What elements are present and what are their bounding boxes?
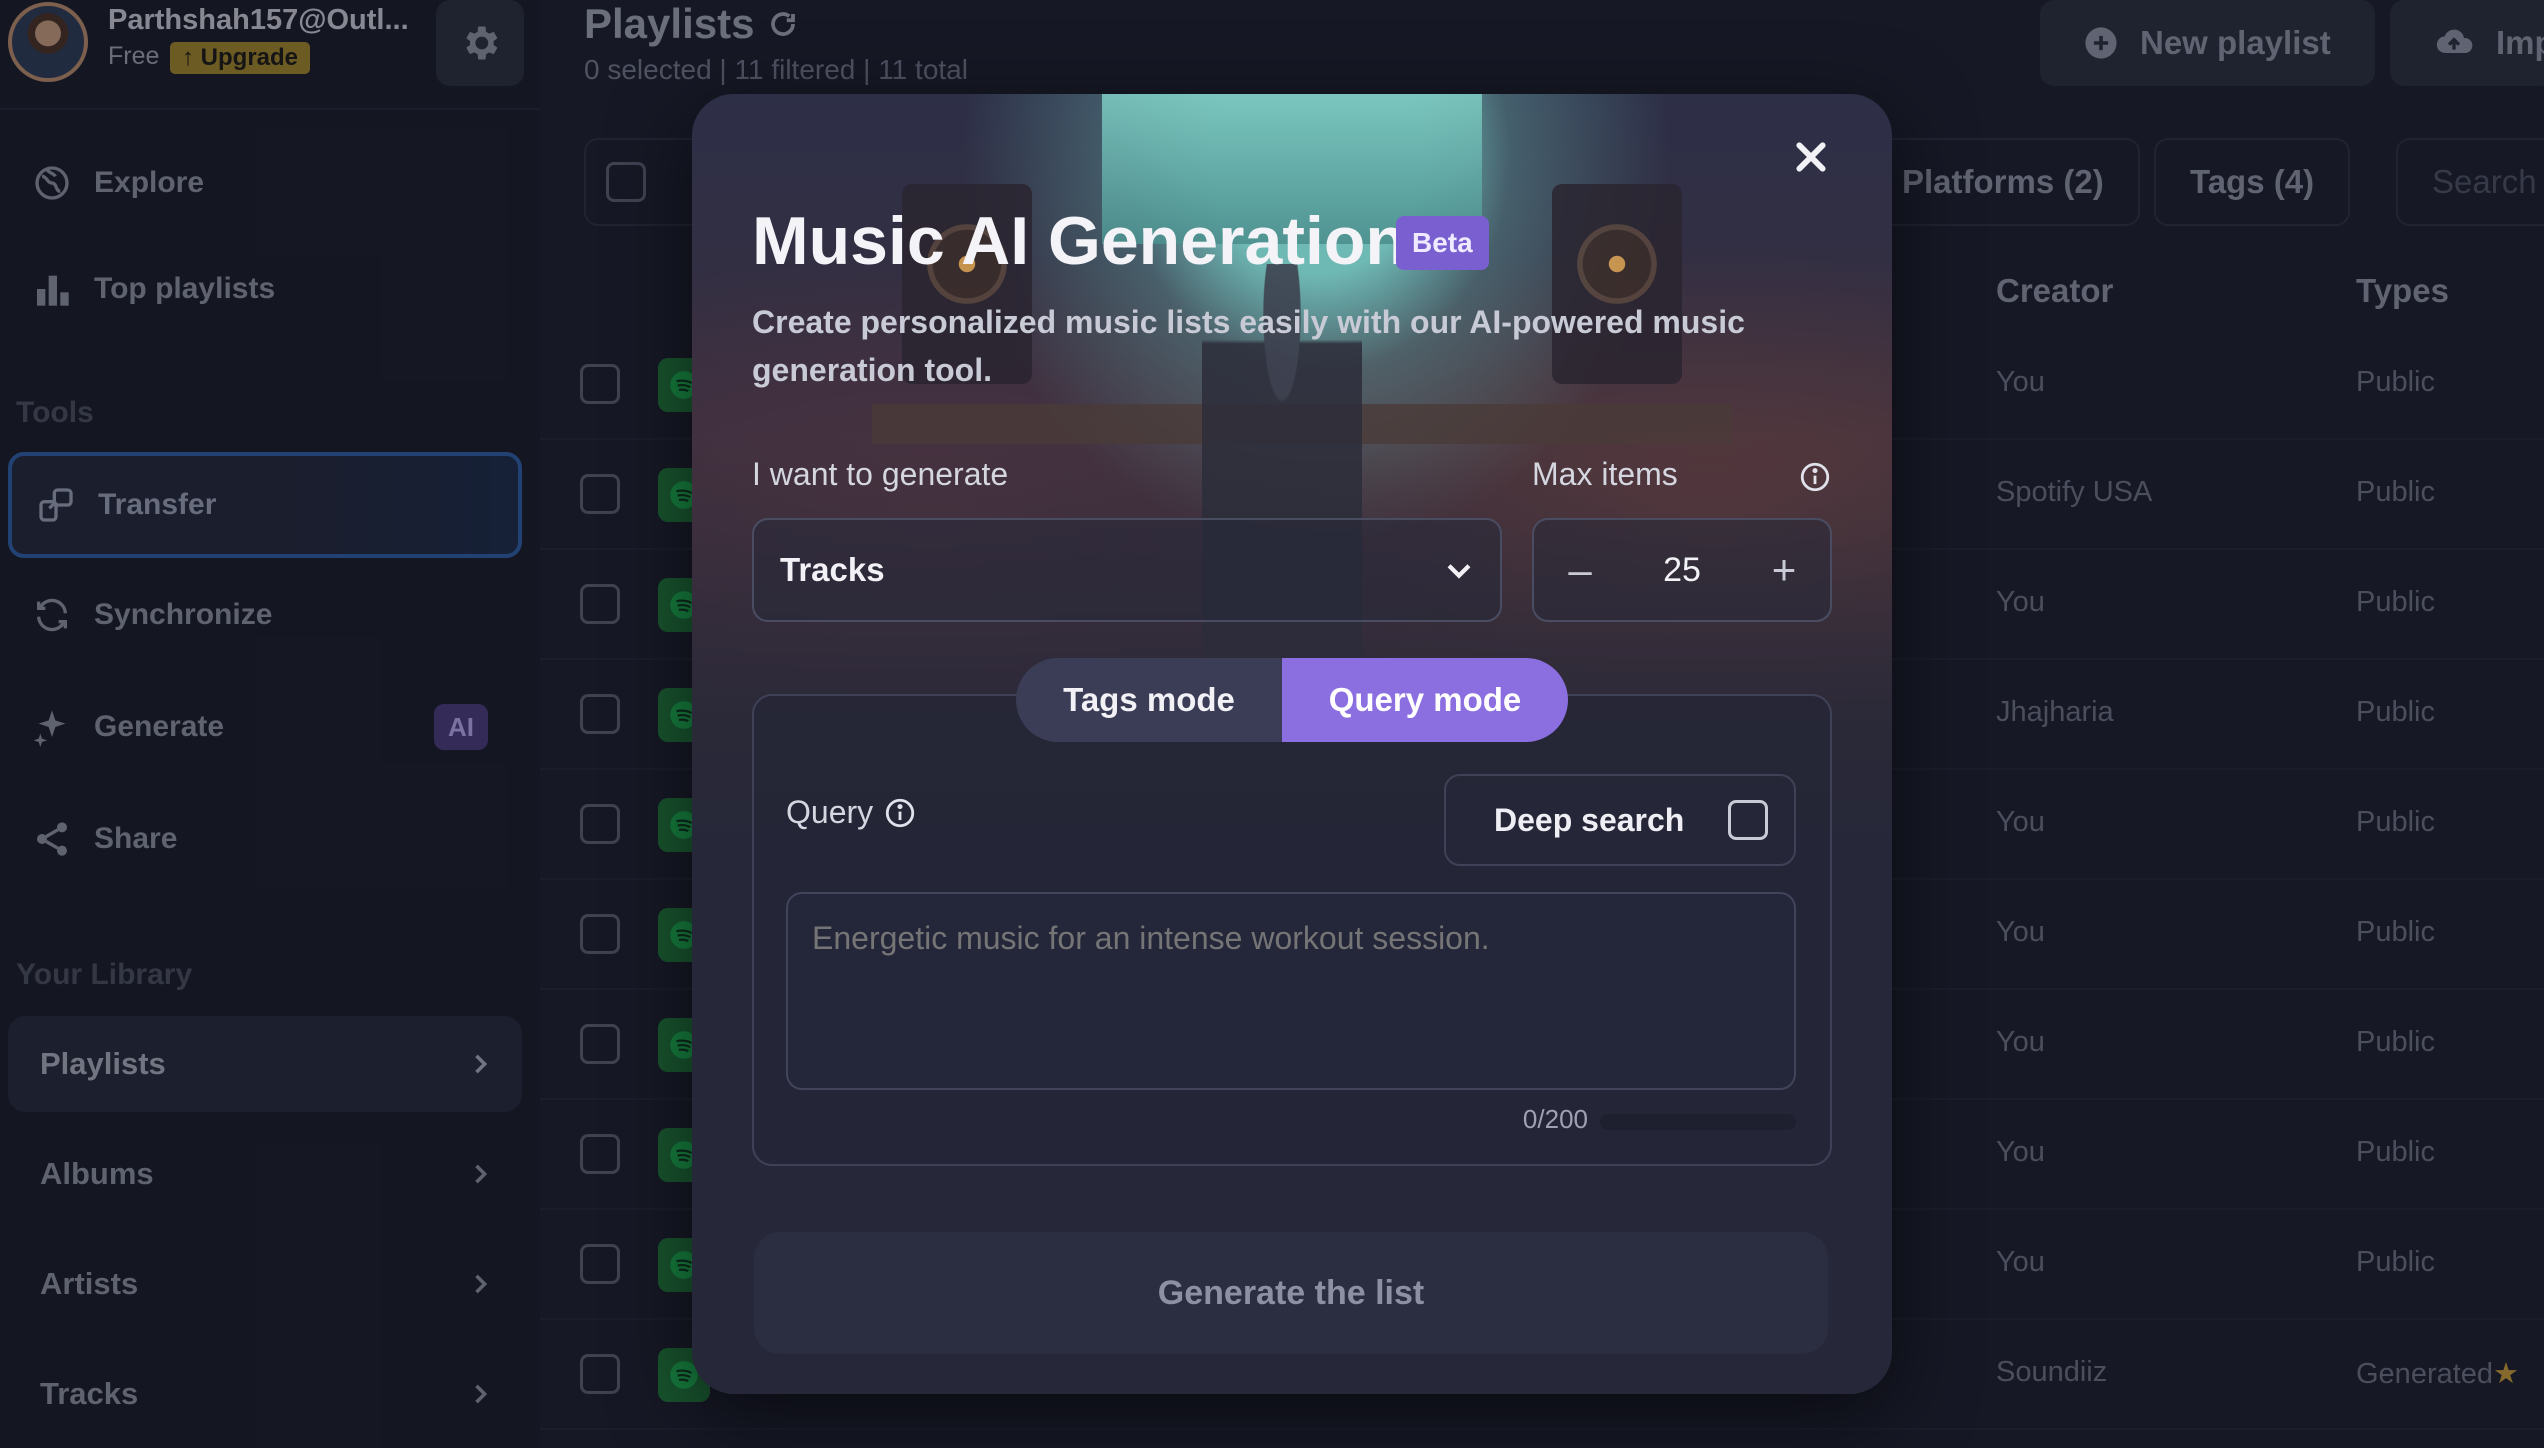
- close-icon: [1796, 142, 1826, 172]
- deep-search-label: Deep search: [1494, 801, 1685, 838]
- deep-search-toggle[interactable]: Deep search: [1444, 774, 1796, 866]
- query-mode-button[interactable]: Query mode: [1282, 658, 1568, 742]
- generate-type-select[interactable]: Tracks: [752, 518, 1502, 622]
- close-button[interactable]: [1774, 120, 1848, 194]
- char-count: 0/200: [1522, 1104, 1588, 1134]
- ai-generation-modal: Music AI Generation Beta Create personal…: [692, 94, 1892, 1394]
- chevron-down-icon: [1447, 564, 1471, 579]
- modal-title: Music AI Generation: [752, 203, 1407, 279]
- increment-button[interactable]: +: [1762, 546, 1806, 593]
- tags-mode-button[interactable]: Tags mode: [1016, 658, 1282, 742]
- decrement-button[interactable]: –: [1558, 546, 1602, 593]
- info-icon[interactable]: [1798, 460, 1832, 494]
- max-items-stepper[interactable]: – 25 +: [1532, 518, 1832, 622]
- modal-description: Create personalized music lists easily w…: [752, 304, 1745, 388]
- query-label-group: Query: [786, 794, 917, 831]
- info-icon[interactable]: [883, 796, 917, 830]
- char-progress-bar: [1600, 1114, 1796, 1130]
- generate-type-label: I want to generate: [752, 456, 1009, 492]
- max-items-value[interactable]: 25: [1663, 551, 1701, 590]
- app-root: Parthshah157@Outl... Free ↑ Upgrade Expl…: [0, 0, 2544, 1448]
- query-input[interactable]: [786, 892, 1796, 1090]
- max-items-label: Max items: [1532, 456, 1678, 492]
- generate-list-button[interactable]: Generate the list: [754, 1232, 1828, 1354]
- deep-search-checkbox[interactable]: [1728, 800, 1768, 840]
- mode-toggle: Tags mode Query mode: [1016, 658, 1568, 742]
- generate-type-value: Tracks: [780, 551, 885, 588]
- query-label: Query: [786, 794, 874, 830]
- beta-badge: Beta: [1396, 216, 1489, 270]
